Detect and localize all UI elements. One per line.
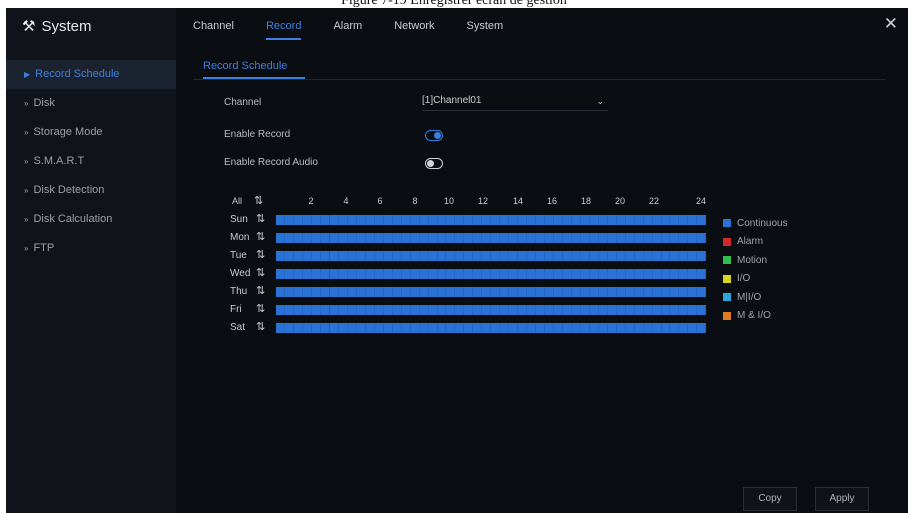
tab-record[interactable]: Record — [265, 8, 302, 44]
legend-swatch — [723, 256, 731, 265]
swap-thu-icon[interactable]: ⇅ — [256, 284, 265, 297]
close-icon[interactable]: ✕ — [884, 14, 898, 34]
schedule-bar-tue[interactable] — [276, 251, 706, 261]
legend-swatch — [723, 311, 731, 320]
channel-select-value: [1]Channel01 — [422, 95, 482, 106]
schedule-bar-fri[interactable] — [276, 305, 706, 315]
schedule-bar-wed[interactable] — [276, 269, 706, 279]
sidebar-item-disk-calculation[interactable]: » Disk Calculation — [6, 205, 176, 234]
sidebar-item-smart[interactable]: » S.M.A.R.T — [6, 147, 176, 176]
tab-alarm[interactable]: Alarm — [333, 8, 362, 44]
legend-motion[interactable]: Motion — [723, 251, 788, 270]
app-title: ⚒ System — [22, 17, 92, 36]
legend-alarm[interactable]: Alarm — [723, 233, 788, 252]
hour-tick: 2 — [308, 196, 314, 206]
schedule-bar-sun[interactable] — [276, 215, 706, 225]
sidebar-menu: ▶ Record Schedule » Disk » Storage Mode … — [6, 60, 176, 263]
enable-record-audio-label: Enable Record Audio — [224, 157, 318, 168]
hour-tick: 12 — [477, 196, 489, 206]
swap-mon-icon[interactable]: ⇅ — [256, 230, 265, 243]
copy-button[interactable]: Copy — [743, 487, 797, 511]
tab-channel[interactable]: Channel — [193, 8, 234, 44]
enable-record-toggle[interactable] — [425, 130, 443, 141]
hour-tick: 24 — [695, 196, 707, 206]
toggle-knob — [427, 160, 434, 167]
channel-label: Channel — [224, 97, 262, 108]
toggle-knob — [434, 132, 441, 139]
figure-caption: Figure 7-19 Enregistrer écran de gestion — [341, 0, 567, 8]
sidebar-item-record-schedule[interactable]: ▶ Record Schedule — [6, 60, 176, 89]
day-label-tue: Tue — [230, 250, 247, 261]
chevron-right-icon: » — [24, 244, 29, 253]
sidebar-item-disk-detection[interactable]: » Disk Detection — [6, 176, 176, 205]
channel-select[interactable]: [1]Channel01 ⌄ — [422, 92, 608, 111]
day-label-wed: Wed — [230, 268, 251, 279]
swap-wed-icon[interactable]: ⇅ — [256, 266, 265, 279]
hour-tick: 22 — [648, 196, 660, 206]
tab-network[interactable]: Network — [394, 8, 434, 44]
legend-m-or-io[interactable]: M|I/O — [723, 288, 788, 307]
record-type-legend: Continuous Alarm Motion I/O M|I/O M & I/… — [723, 214, 788, 325]
hour-tick: 14 — [512, 196, 524, 206]
legend-continuous[interactable]: Continuous — [723, 214, 788, 233]
enable-record-label: Enable Record — [224, 129, 291, 140]
swap-sat-icon[interactable]: ⇅ — [256, 320, 265, 333]
chevron-right-icon: » — [24, 157, 29, 166]
legend-m-and-io[interactable]: M & I/O — [723, 307, 788, 326]
legend-swatch — [723, 219, 731, 228]
hour-tick: 8 — [412, 196, 418, 206]
divider — [193, 79, 886, 80]
apply-button[interactable]: Apply — [815, 487, 869, 511]
app-title-label: System — [41, 17, 92, 35]
hour-tick: 16 — [546, 196, 558, 206]
chevron-down-icon: ⌄ — [596, 96, 604, 106]
day-label-fri: Fri — [230, 304, 242, 315]
sidebar-item-disk[interactable]: » Disk — [6, 89, 176, 118]
schedule-bar-sat[interactable] — [276, 323, 706, 333]
triangle-right-icon: ▶ — [24, 70, 31, 79]
chevron-right-icon: » — [24, 215, 29, 224]
hour-tick: 20 — [614, 196, 626, 206]
tools-icon: ⚒ — [22, 18, 36, 35]
hour-tick: 6 — [377, 196, 383, 206]
legend-swatch — [723, 274, 731, 283]
legend-swatch — [723, 237, 731, 246]
sidebar-item-ftp[interactable]: » FTP — [6, 234, 176, 263]
chevron-right-icon: » — [24, 128, 29, 137]
top-tabs: Channel Record Alarm Network System — [193, 8, 535, 44]
schedule-all-label: All — [232, 196, 243, 206]
tab-system[interactable]: System — [467, 8, 504, 44]
swap-fri-icon[interactable]: ⇅ — [256, 302, 265, 315]
subtab-record-schedule[interactable]: Record Schedule — [203, 60, 287, 72]
sidebar: ⚒ System ▶ Record Schedule » Disk » Stor… — [6, 8, 176, 513]
schedule-bar-thu[interactable] — [276, 287, 706, 297]
enable-record-audio-toggle[interactable] — [425, 158, 443, 169]
chevron-right-icon: » — [24, 186, 29, 195]
day-label-thu: Thu — [230, 286, 248, 297]
swap-all-icon[interactable]: ⇅ — [254, 194, 263, 207]
chevron-right-icon: » — [24, 99, 29, 108]
day-label-sat: Sat — [230, 322, 246, 333]
settings-window: ⚒ System ▶ Record Schedule » Disk » Stor… — [6, 8, 908, 513]
day-label-sun: Sun — [230, 214, 248, 225]
swap-sun-icon[interactable]: ⇅ — [256, 212, 265, 225]
legend-swatch — [723, 293, 731, 302]
hour-tick: 18 — [580, 196, 592, 206]
legend-io[interactable]: I/O — [723, 270, 788, 289]
sidebar-item-storage-mode[interactable]: » Storage Mode — [6, 118, 176, 147]
swap-tue-icon[interactable]: ⇅ — [256, 248, 265, 261]
hour-tick: 10 — [443, 196, 455, 206]
day-label-mon: Mon — [230, 232, 250, 243]
schedule-bar-mon[interactable] — [276, 233, 706, 243]
hour-tick: 4 — [343, 196, 349, 206]
